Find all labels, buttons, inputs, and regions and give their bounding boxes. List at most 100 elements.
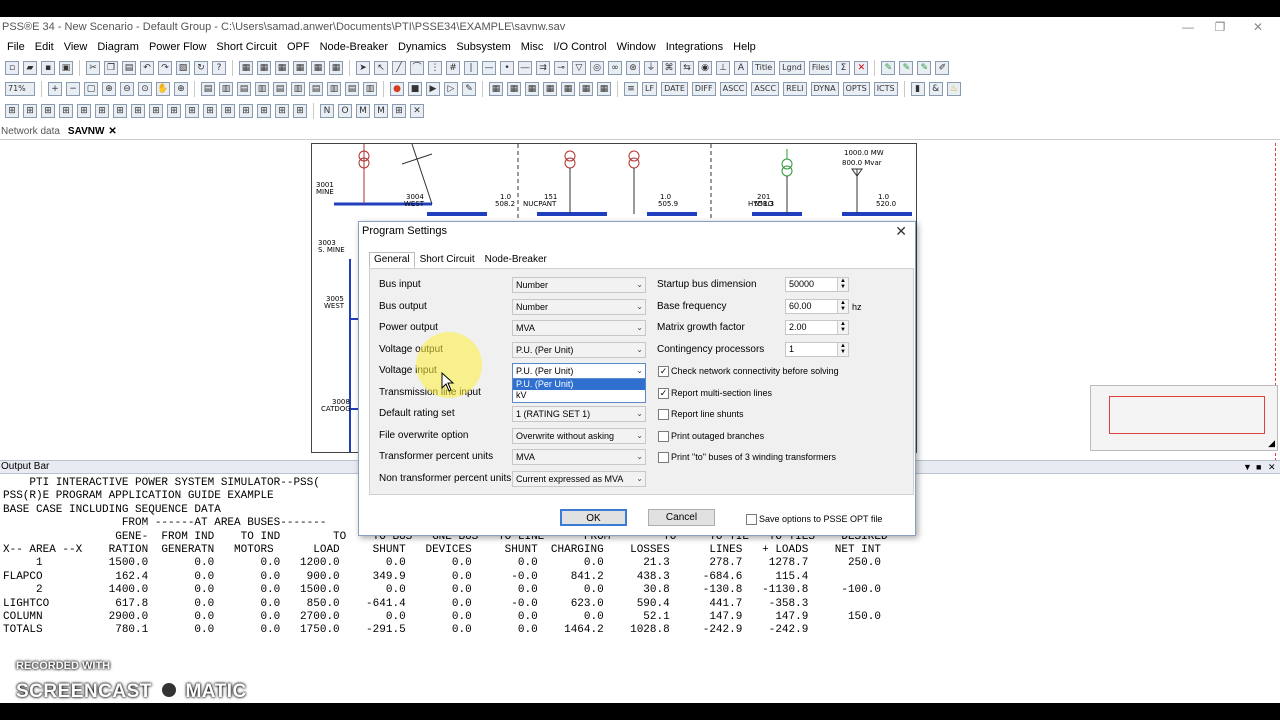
display-icon-3[interactable]: ▦ <box>525 82 539 96</box>
close-window-button[interactable]: ✕ <box>1240 17 1276 37</box>
open-icon[interactable]: ▰ <box>23 61 37 75</box>
menu-edit[interactable]: Edit <box>30 41 59 53</box>
close-icon[interactable]: ✕ <box>1268 461 1276 473</box>
zoom-select[interactable]: 71% <box>5 82 35 96</box>
spinner-icon[interactable]: ▲ ▼ <box>837 300 848 313</box>
generator-icon[interactable]: ◎ <box>590 61 604 75</box>
grid-icon-5[interactable]: ▦ <box>311 61 325 75</box>
breaker-icon-4[interactable]: M <box>374 104 388 118</box>
multiline-icon[interactable]: ⇉ <box>536 61 550 75</box>
breaker-icon-5[interactable]: ⊞ <box>392 104 406 118</box>
matrix-growth-factor-field[interactable]: 2.00 ▲ ▼ <box>785 320 849 335</box>
menu-help[interactable]: Help <box>728 41 761 53</box>
three-winding-icon[interactable]: ⊛ <box>626 61 640 75</box>
zoom-fit-icon[interactable]: ▢ <box>84 82 98 96</box>
report-icon-3[interactable]: ▤ <box>237 82 251 96</box>
shunt-icon[interactable]: ⏚ <box>644 61 658 75</box>
menu-io-control[interactable]: I/O Control <box>548 41 611 53</box>
delete-icon[interactable]: ✕ <box>854 61 869 75</box>
option-per-unit[interactable]: P.U. (Per Unit) <box>513 379 645 390</box>
minimap-viewport[interactable] <box>1109 396 1265 434</box>
save-options-checkbox[interactable] <box>746 514 757 525</box>
undo-icon[interactable]: ↶ <box>140 61 154 75</box>
print-outaged-branches-checkbox[interactable] <box>658 431 669 442</box>
dropdown-icon[interactable]: ▼ <box>1243 461 1252 473</box>
file-overwrite-select[interactable]: Overwrite without asking ⌄ <box>512 428 646 444</box>
node-tool-icon-10[interactable]: ⊞ <box>167 104 181 118</box>
report-icon-8[interactable]: ▥ <box>327 82 341 96</box>
stop-icon[interactable]: ■ <box>408 82 422 96</box>
copy-icon[interactable]: ❐ <box>104 61 118 75</box>
report-icon-2[interactable]: ▥ <box>219 82 233 96</box>
save-image-icon[interactable]: ▣ <box>59 61 73 75</box>
close-tab-icon[interactable]: ✕ <box>108 126 116 137</box>
startup-bus-dimension-field[interactable]: 50000 ▲ ▼ <box>785 277 849 292</box>
close-icon[interactable]: ✕ <box>895 223 907 240</box>
pin-icon[interactable]: ■ <box>1256 461 1261 473</box>
facts-icon[interactable]: ⌘ <box>662 61 676 75</box>
node-tool-icon-16[interactable]: ⊞ <box>275 104 289 118</box>
results-toggle-1[interactable]: LF <box>642 82 658 96</box>
grid-icon-3[interactable]: ▦ <box>275 61 289 75</box>
display-icon-4[interactable]: ▦ <box>543 82 557 96</box>
menu-file[interactable]: File <box>2 41 30 53</box>
legend-button[interactable]: Lgnd <box>779 61 805 75</box>
report-icon-9[interactable]: ▤ <box>345 82 359 96</box>
report-icon-7[interactable]: ▤ <box>309 82 323 96</box>
node-tool-icon-15[interactable]: ⊞ <box>257 104 271 118</box>
tool-eraser-icon[interactable]: ✐ <box>935 61 950 75</box>
report-icon-6[interactable]: ▥ <box>291 82 305 96</box>
pan-options-icon[interactable]: ⊕ <box>174 82 188 96</box>
pointer-icon[interactable]: ↖ <box>374 61 388 75</box>
help-icon[interactable]: ? <box>212 61 226 75</box>
results-toggle-4[interactable]: ASCC <box>719 82 748 96</box>
record-icon[interactable]: ● <box>390 82 404 96</box>
tool-green-icon-2[interactable]: ✎ <box>899 61 914 75</box>
tab-short-circuit[interactable]: Short Circuit <box>415 252 480 268</box>
results-toggle-5[interactable]: ASCC <box>751 82 780 96</box>
tab-node-breaker[interactable]: Node-Breaker <box>480 252 552 268</box>
breaker-icon-3[interactable]: M <box>356 104 370 118</box>
branch-icon[interactable]: — <box>482 61 496 75</box>
voltage-output-select[interactable]: P.U. (Per Unit) ⌄ <box>512 342 646 358</box>
node-tool-icon-8[interactable]: ⊞ <box>131 104 145 118</box>
breaker-icon-6[interactable]: ✕ <box>410 104 424 118</box>
dc-line-icon[interactable]: ⇆ <box>680 61 694 75</box>
node-tool-icon-6[interactable]: ⊞ <box>95 104 109 118</box>
grid-icon-6[interactable]: ▦ <box>329 61 343 75</box>
base-frequency-field[interactable]: 60.00 ▲ ▼ <box>785 299 849 314</box>
menu-node-breaker[interactable]: Node-Breaker <box>315 41 393 53</box>
node-icon[interactable]: • <box>500 61 514 75</box>
zoom-next-icon[interactable]: ⊙ <box>138 82 152 96</box>
grid-icon-2[interactable]: ▦ <box>257 61 271 75</box>
new-icon[interactable]: ▫ <box>5 61 19 75</box>
tab-savnw[interactable]: SAVNW <box>64 126 108 137</box>
print-to-buses-checkbox[interactable] <box>658 452 669 463</box>
node-tool-icon-3[interactable]: ⊞ <box>41 104 55 118</box>
menu-opf[interactable]: OPF <box>282 41 315 53</box>
ampersand-icon[interactable]: & <box>928 82 943 96</box>
display-icon-6[interactable]: ▦ <box>579 82 593 96</box>
contingency-processors-field[interactable]: 1 ▲ ▼ <box>785 342 849 357</box>
resize-grip-icon[interactable]: ◢ <box>1268 438 1275 449</box>
menu-dynamics[interactable]: Dynamics <box>393 41 451 53</box>
menu-window[interactable]: Window <box>612 41 661 53</box>
induction-icon[interactable]: ◉ <box>698 61 712 75</box>
zoom-out-icon[interactable]: − <box>66 82 80 96</box>
redo-icon[interactable]: ↷ <box>158 61 172 75</box>
display-icon-7[interactable]: ▦ <box>597 82 611 96</box>
node-tool-icon-14[interactable]: ⊞ <box>239 104 253 118</box>
pan-icon[interactable]: ✋ <box>156 82 170 96</box>
node-tool-icon-13[interactable]: ⊞ <box>221 104 235 118</box>
node-tool-icon-12[interactable]: ⊞ <box>203 104 217 118</box>
voltage-input-select[interactable]: P.U. (Per Unit) ⌄ <box>512 363 646 379</box>
grid-icon-4[interactable]: ▦ <box>293 61 307 75</box>
text-icon[interactable]: A <box>734 61 748 75</box>
ok-button[interactable]: OK <box>560 509 627 526</box>
files-button[interactable]: Files <box>808 61 833 75</box>
spinner-icon[interactable]: ▲ ▼ <box>837 343 848 356</box>
tab-network-data[interactable]: Network data <box>0 126 64 137</box>
spinner-icon[interactable]: ▲ ▼ <box>837 321 848 334</box>
ground-icon[interactable]: ⊥ <box>716 61 730 75</box>
tool-green-icon-1[interactable]: ✎ <box>881 61 896 75</box>
